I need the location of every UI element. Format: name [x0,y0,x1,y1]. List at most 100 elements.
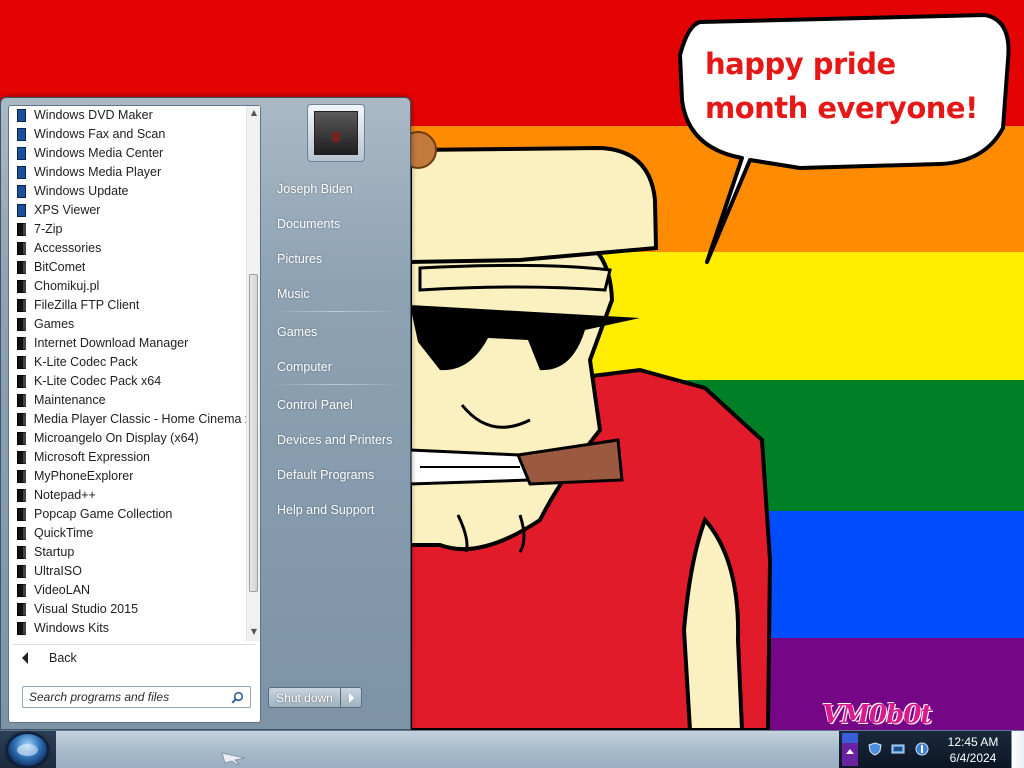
program-item[interactable]: Accessories [9,239,246,258]
folder-icon [17,317,26,331]
program-item[interactable]: XPS Viewer [9,201,246,220]
artist-signature: VM0b0t [822,700,932,730]
program-label: K-Lite Codec Pack x64 [34,374,162,388]
program-label: VideoLAN [34,583,91,597]
right-item-label: Default Programs [277,468,375,482]
program-label: Chomikuj.pl [34,279,100,293]
folder-icon [17,260,26,274]
program-label: QuickTime [34,526,94,540]
program-item[interactable]: Popcap Game Collection [9,505,246,524]
program-item[interactable]: MyPhoneExplorer [9,467,246,486]
program-item[interactable]: Windows Kits [9,619,246,638]
scroll-up-icon[interactable]: ▲ [247,107,261,119]
default-programs-link[interactable]: Default Programs [269,460,405,490]
music-link[interactable]: Music [269,279,405,309]
program-label: Maintenance [34,393,106,407]
folder-icon [17,298,26,312]
start-menu: Windows DVD Maker Windows Fax and Scan Win… [0,97,411,730]
shutdown-button[interactable]: Shut down [268,687,341,708]
program-item[interactable]: K-Lite Codec Pack x64 [9,372,246,391]
show-hidden-icons-icon[interactable] [842,733,858,766]
folder-icon [17,222,26,236]
program-item[interactable]: Visual Studio 2015 [9,600,246,619]
right-item-label: Music [277,287,310,301]
user-folder-link[interactable]: Joseph Biden [269,174,405,204]
program-label: Media Player Classic - Home Cinema x6 [33,412,246,426]
user-picture-icon[interactable] [307,104,365,162]
folder-icon [17,450,26,464]
program-item[interactable]: FileZilla FTP Client [9,296,246,315]
programs-pane: Windows DVD Maker Windows Fax and Scan Win… [8,105,261,723]
program-label: Visual Studio 2015 [34,602,139,616]
shutdown-options-arrow-icon[interactable] [340,687,362,708]
shield-icon[interactable] [868,742,882,756]
games-link[interactable]: Games [269,317,405,347]
program-label: Popcap Game Collection [34,507,173,521]
search-box[interactable] [22,686,251,708]
program-label: Windows Update [34,184,129,198]
program-item[interactable]: Windows Media Center [9,144,246,163]
program-item[interactable]: UltraISO [9,562,246,581]
right-item-label: Computer [277,360,332,374]
right-item-label: Help and Support [277,503,375,517]
pictures-link[interactable]: Pictures [269,244,405,274]
help-and-support-link[interactable]: Help and Support [269,495,405,525]
program-item[interactable]: Games [9,315,246,334]
program-label: Windows Media Center [34,146,164,160]
program-label: Notepad++ [34,488,96,502]
program-item[interactable]: 7-Zip [9,220,246,239]
search-icon[interactable] [231,691,244,704]
search-input[interactable] [29,690,225,704]
back-button[interactable]: Back [9,647,260,669]
right-item-label: Games [277,325,318,339]
program-item[interactable]: Microsoft Expression [9,448,246,467]
program-label: Internet Download Manager [34,336,189,350]
program-item[interactable]: K-Lite Codec Pack [9,353,246,372]
program-item[interactable]: Windows Update [9,182,246,201]
clock[interactable]: 12:45 AM 6/4/2024 [937,734,1009,766]
documents-link[interactable]: Documents [269,209,405,239]
program-item[interactable]: Startup [9,543,246,562]
folder-icon [17,488,26,502]
right-column-separator [271,311,401,312]
clock-time: 12:45 AM [947,735,999,749]
show-desktop-button[interactable] [1011,731,1024,768]
devices-and-printers-link[interactable]: Devices and Printers [269,425,405,455]
back-label: Back [49,651,77,665]
program-item[interactable]: Media Player Classic - Home Cinema x6 [9,410,246,429]
scroll-down-icon[interactable]: ▼ [247,626,261,638]
program-item[interactable]: Internet Download Manager [9,334,246,353]
mouse-cursor-icon [221,752,246,765]
program-item[interactable]: QuickTime [9,524,246,543]
clock-date: 6/4/2024 [949,751,997,765]
control-panel-link[interactable]: Control Panel [269,390,405,420]
start-orb-icon[interactable] [6,732,49,768]
program-item[interactable]: Maintenance [9,391,246,410]
folder-icon [17,279,26,293]
right-item-label: Joseph Biden [277,182,353,196]
scrollbar-thumb[interactable] [249,274,258,592]
program-icon [17,203,26,217]
program-item[interactable]: BitComet [9,258,246,277]
computer-link[interactable]: Computer [269,352,405,382]
program-item[interactable]: Windows Media Player [9,163,246,182]
program-label: FileZilla FTP Client [34,298,140,312]
network-icon[interactable] [915,742,929,756]
all-programs-list: Windows DVD Maker Windows Fax and Scan Win… [9,106,246,641]
program-icon [17,184,26,198]
programs-scrollbar[interactable]: ▲ ▼ [246,106,260,641]
action-center-flag-icon[interactable] [891,742,905,756]
program-label: Windows DVD Maker [34,108,153,122]
program-item[interactable]: VideoLAN [9,581,246,600]
program-label: 7-Zip [34,222,63,236]
folder-icon [17,412,26,426]
folder-icon [17,336,26,350]
folder-icon [17,507,26,521]
program-item[interactable]: Windows Fax and Scan [9,125,246,144]
program-item[interactable]: Notepad++ [9,486,246,505]
program-item[interactable]: Chomikuj.pl [9,277,246,296]
folder-icon [17,621,26,635]
right-column-separator [271,384,401,385]
program-item[interactable]: Windows DVD Maker [9,106,246,125]
program-item[interactable]: Microangelo On Display (x64) [9,429,246,448]
